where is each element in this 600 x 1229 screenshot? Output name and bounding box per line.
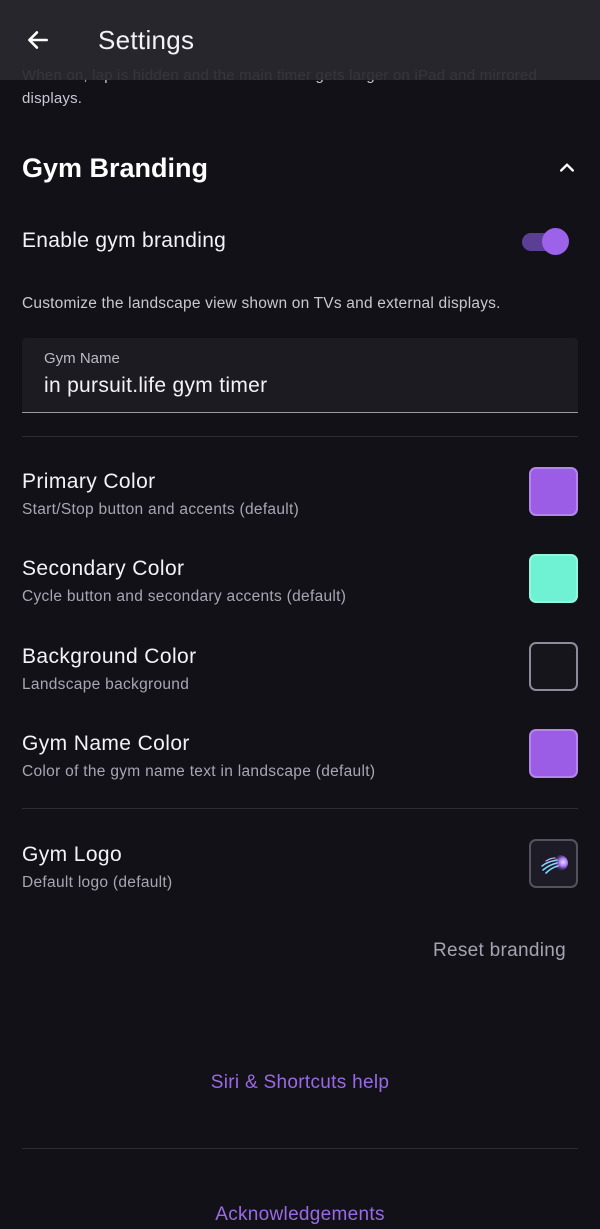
gym-name-field[interactable]: Gym Name in pursuit.life gym timer: [22, 338, 578, 413]
switch-thumb: [542, 228, 569, 255]
gym-logo-row[interactable]: Gym Logo Default logo (default): [22, 839, 578, 899]
siri-shortcuts-help-link[interactable]: Siri & Shortcuts help: [0, 1072, 600, 1094]
row-title: Secondary Color: [22, 557, 185, 580]
back-button[interactable]: [18, 20, 58, 60]
gym-name-color-swatch[interactable]: [529, 729, 578, 778]
secondary-color-row[interactable]: Secondary Color Cycle button and seconda…: [22, 554, 578, 613]
divider: [22, 436, 578, 437]
enable-branding-row[interactable]: Enable gym branding: [22, 222, 578, 260]
secondary-color-swatch[interactable]: [529, 554, 578, 603]
row-subtitle: Landscape background: [22, 676, 190, 693]
primary-color-row[interactable]: Primary Color Start/Stop button and acce…: [22, 467, 578, 526]
section-title: Gym Branding: [22, 152, 209, 183]
jellyfish-logo-icon: [540, 854, 568, 874]
collapse-button[interactable]: [552, 153, 582, 183]
arrow-left-icon: [28, 31, 48, 49]
row-title: Primary Color: [22, 470, 156, 493]
acknowledgements-link[interactable]: Acknowledgements: [0, 1204, 600, 1226]
row-title: Background Color: [22, 645, 197, 668]
gym-name-field-label: Gym Name: [44, 350, 120, 367]
branding-helper-text: Customize the landscape view shown on TV…: [22, 295, 501, 312]
row-subtitle: Cycle button and secondary accents (defa…: [22, 588, 347, 605]
row-subtitle: Default logo (default): [22, 874, 173, 891]
settings-screen: When on, lap is hidden and the main time…: [0, 0, 600, 1229]
row-title: Gym Logo: [22, 843, 123, 866]
divider: [22, 808, 578, 809]
background-color-row[interactable]: Background Color Landscape background: [22, 642, 578, 701]
enable-branding-label: Enable gym branding: [22, 229, 227, 252]
divider: [22, 1148, 578, 1149]
page-title: Settings: [98, 24, 195, 55]
gym-branding-section-header[interactable]: Gym Branding: [22, 148, 582, 188]
enable-branding-switch[interactable]: [522, 226, 570, 256]
app-bar: Settings: [0, 0, 600, 80]
gym-name-color-row[interactable]: Gym Name Color Color of the gym name tex…: [22, 729, 578, 788]
chevron-up-icon: [560, 163, 574, 172]
background-color-swatch[interactable]: [529, 642, 578, 691]
row-subtitle: Start/Stop button and accents (default): [22, 501, 300, 518]
row-title: Gym Name Color: [22, 732, 190, 755]
reset-branding-button[interactable]: Reset branding: [433, 940, 566, 962]
gym-name-field-value[interactable]: in pursuit.life gym timer: [44, 374, 267, 398]
row-subtitle: Color of the gym name text in landscape …: [22, 763, 376, 780]
primary-color-swatch[interactable]: [529, 467, 578, 516]
gym-logo-thumbnail[interactable]: [529, 839, 578, 888]
